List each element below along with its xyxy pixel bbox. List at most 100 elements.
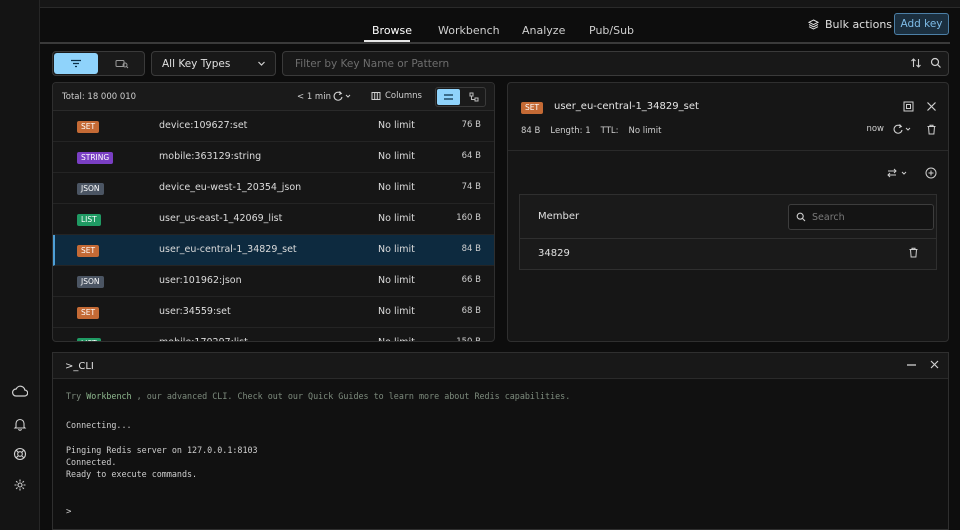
key-type-badge: STRING bbox=[77, 152, 114, 164]
key-row[interactable]: SET user_eu-central-1_34829_set No limit 84… bbox=[53, 235, 494, 266]
chevron-down-icon bbox=[258, 61, 265, 66]
help-icon[interactable] bbox=[10, 444, 30, 464]
minimize-icon[interactable] bbox=[906, 359, 917, 370]
view-mode-toggle bbox=[52, 51, 145, 76]
key-size: 66 B bbox=[461, 275, 481, 285]
key-row[interactable]: JSON device_eu-west-1_20354_json No limit 7… bbox=[53, 173, 494, 204]
key-length: Length: 1 bbox=[550, 126, 591, 136]
add-member-icon[interactable] bbox=[925, 167, 937, 179]
trash-icon[interactable] bbox=[908, 247, 919, 258]
key-size: 76 B bbox=[461, 120, 481, 130]
ttl-value[interactable]: No limit bbox=[629, 126, 662, 136]
tab-analyze[interactable]: Analyze bbox=[522, 24, 565, 37]
trash-icon[interactable] bbox=[926, 124, 937, 135]
list-view-button[interactable] bbox=[437, 89, 460, 105]
key-rows: SET device:109627:set No limit 76 B STRING mo… bbox=[53, 111, 494, 342]
last-refresh: < 1 min bbox=[297, 92, 331, 102]
key-size: 150 B bbox=[456, 337, 481, 342]
top-strip bbox=[40, 0, 960, 8]
key-size: 68 B bbox=[461, 306, 481, 316]
key-row[interactable]: SET device:109627:set No limit 76 B bbox=[53, 111, 494, 142]
cloud-icon[interactable] bbox=[10, 381, 30, 401]
format-switch-icon[interactable] bbox=[887, 167, 911, 179]
key-filter-input[interactable]: Filter by Key Name or Pattern bbox=[282, 51, 949, 76]
refresh-icon[interactable] bbox=[332, 90, 352, 102]
settings-gear-icon[interactable] bbox=[10, 475, 30, 495]
bell-icon[interactable] bbox=[10, 414, 30, 434]
columns-button[interactable]: Columns bbox=[371, 91, 422, 101]
key-type-badge: JSON bbox=[77, 183, 104, 195]
key-ttl: No limit bbox=[378, 306, 415, 317]
key-row[interactable]: SET user:34559:set No limit 68 B bbox=[53, 297, 494, 328]
detail-divider bbox=[508, 150, 948, 151]
key-name: mobile:363129:string bbox=[159, 151, 262, 162]
tree-view-button[interactable] bbox=[464, 89, 484, 105]
key-type-selected: All Key Types bbox=[162, 57, 231, 70]
layers-icon bbox=[808, 18, 819, 30]
key-name[interactable]: user_eu-central-1_34829_set bbox=[554, 101, 699, 112]
key-metadata: 84 B Length: 1 TTL: No limit bbox=[521, 126, 661, 136]
fullscreen-icon[interactable] bbox=[903, 101, 914, 112]
key-ttl: No limit bbox=[378, 151, 415, 162]
cli-prompt[interactable]: > bbox=[66, 507, 71, 517]
key-name: user:101962:json bbox=[159, 275, 242, 286]
key-size: 84 B bbox=[521, 126, 541, 136]
key-row[interactable]: STRING mobile:363129:string No limit 64 B bbox=[53, 142, 494, 173]
filter-mode-button[interactable] bbox=[54, 53, 98, 74]
key-ttl: No limit bbox=[378, 120, 415, 131]
cli-line: Connected. bbox=[66, 457, 117, 467]
member-value[interactable]: 34829 bbox=[538, 248, 570, 259]
key-ttl: No limit bbox=[378, 244, 415, 255]
key-details-panel: SET user_eu-central-1_34829_set 84 B Len… bbox=[507, 82, 949, 342]
member-search-placeholder: Search bbox=[812, 211, 845, 223]
key-row[interactable]: LIST mobile:170297:list No limit 150 B bbox=[53, 328, 494, 342]
tab-browse[interactable]: Browse bbox=[372, 24, 412, 37]
key-type-badge: LIST bbox=[77, 338, 101, 341]
tab-workbench[interactable]: Workbench bbox=[438, 24, 500, 37]
total-keys: Total: 18 000 010 bbox=[62, 92, 137, 102]
detail-refresh-time: now bbox=[866, 124, 884, 134]
sort-icon[interactable] bbox=[910, 57, 922, 69]
key-list-header: Total: 18 000 010 < 1 min Columns bbox=[53, 83, 494, 111]
tab-pubsub[interactable]: Pub/Sub bbox=[589, 24, 634, 37]
cli-title: >_CLI bbox=[65, 361, 94, 372]
search-index-button[interactable] bbox=[100, 53, 144, 74]
key-ttl: No limit bbox=[378, 213, 415, 224]
cli-window-controls bbox=[906, 359, 940, 370]
members-table: Member Search 34829 bbox=[519, 194, 937, 270]
add-key-button[interactable]: Add key bbox=[894, 13, 949, 35]
cli-panel: >_CLI Try Workbench , our advanced CLI. … bbox=[52, 352, 949, 530]
key-row[interactable]: LIST user_us-east-1_42069_list No limit 160… bbox=[53, 204, 494, 235]
close-icon[interactable] bbox=[926, 101, 937, 112]
key-type-badge: SET bbox=[77, 307, 100, 319]
members-table-header: Member Search bbox=[520, 195, 936, 239]
list-icon bbox=[444, 94, 453, 100]
cli-line: Ready to execute commands. bbox=[66, 469, 198, 479]
key-row[interactable]: JSON user:101962:json No limit 66 B bbox=[53, 266, 494, 297]
index-search-icon bbox=[115, 59, 129, 68]
key-name: mobile:170297:list bbox=[159, 337, 248, 341]
key-size: 64 B bbox=[461, 151, 481, 161]
member-search-input[interactable]: Search bbox=[788, 204, 934, 230]
key-size: 74 B bbox=[461, 182, 481, 192]
close-icon[interactable] bbox=[929, 359, 940, 370]
key-type-select[interactable]: All Key Types bbox=[151, 51, 276, 76]
member-tools bbox=[887, 167, 937, 179]
key-type-badge: SET bbox=[77, 245, 100, 257]
refresh-icon[interactable] bbox=[892, 123, 912, 135]
key-ttl: No limit bbox=[378, 275, 415, 286]
cli-header: >_CLI bbox=[53, 353, 948, 379]
key-type-badge: LIST bbox=[77, 214, 101, 226]
list-view-toggle bbox=[435, 87, 486, 107]
member-column-header: Member bbox=[538, 211, 580, 222]
search-icon[interactable] bbox=[930, 57, 942, 69]
workbench-link[interactable]: Workbench bbox=[86, 391, 131, 401]
cli-hint-suffix: , our advanced CLI. Check out our Quick … bbox=[136, 391, 571, 401]
key-size: 84 B bbox=[461, 244, 481, 254]
columns-label: Columns bbox=[385, 91, 422, 101]
left-rail bbox=[0, 0, 40, 530]
key-name: user_us-east-1_42069_list bbox=[159, 213, 283, 224]
bulk-actions-button[interactable]: Bulk actions bbox=[808, 16, 892, 32]
key-name: user:34559:set bbox=[159, 306, 231, 317]
filter-actions bbox=[910, 57, 942, 69]
